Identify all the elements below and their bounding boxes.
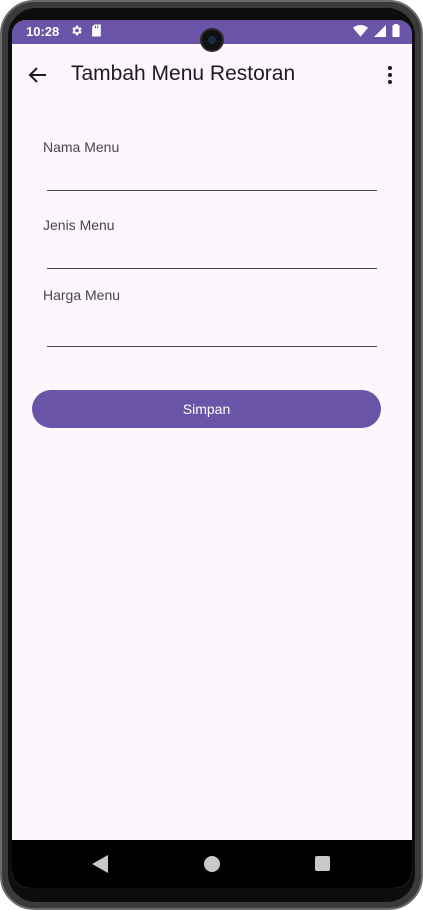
system-nav-bar	[12, 840, 412, 888]
wifi-icon	[353, 24, 368, 37]
status-time: 10:28	[26, 24, 60, 39]
jenis-menu-label: Jenis Menu	[43, 217, 115, 233]
harga-menu-label: Harga Menu	[43, 287, 121, 303]
jenis-menu-field: Jenis Menu	[43, 217, 377, 269]
cell-signal-icon	[374, 24, 386, 37]
nama-menu-label: Nama Menu	[43, 139, 120, 155]
harga-menu-field: Harga Menu	[43, 287, 377, 347]
gear-icon	[72, 25, 82, 36]
status-right-icons	[353, 24, 400, 37]
page-title: Tambah Menu Restoran	[71, 62, 296, 85]
nama-menu-input[interactable]	[47, 161, 377, 191]
app-bar: Tambah Menu Restoran	[12, 44, 412, 106]
status-left-icons	[70, 24, 102, 37]
app-screen: 10:28 Tambah Menu Restoran Nama Menu Jen…	[12, 20, 412, 888]
sd-card-icon	[92, 24, 101, 37]
nav-back-icon[interactable]	[92, 855, 108, 873]
save-button[interactable]: Simpan	[32, 390, 381, 428]
jenis-menu-input[interactable]	[47, 239, 377, 269]
battery-icon	[392, 24, 400, 37]
more-vert-icon[interactable]	[380, 63, 400, 87]
nav-recents-icon[interactable]	[315, 856, 330, 871]
harga-menu-input[interactable]	[47, 317, 377, 347]
arrow-back-icon[interactable]	[26, 63, 50, 87]
nav-home-icon[interactable]	[204, 856, 220, 872]
nama-menu-field: Nama Menu	[43, 139, 377, 191]
